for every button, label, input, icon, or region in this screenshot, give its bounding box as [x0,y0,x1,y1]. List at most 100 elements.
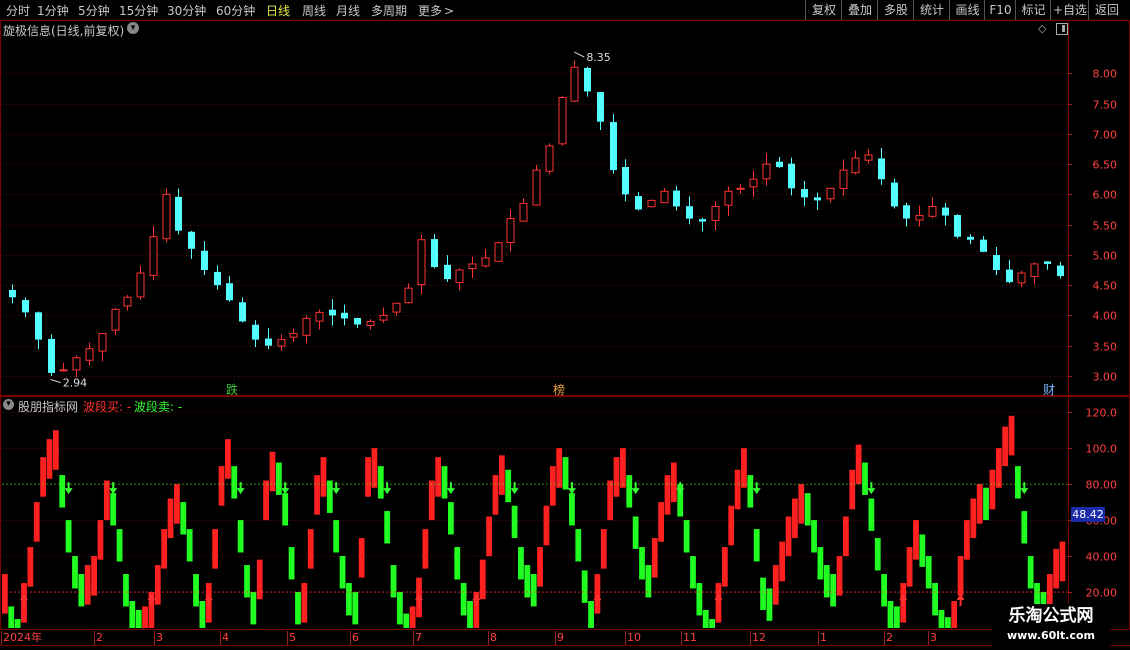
date-label: 10 [627,631,641,644]
indicator-bar [110,493,117,526]
indicator-bar [651,538,658,578]
candle-up [724,190,733,206]
f10-button[interactable]: F10 [984,0,1016,20]
candle-up [455,269,464,284]
indicator-bar [645,565,652,598]
candle-down [610,122,617,171]
period-monthly[interactable]: 月线 [336,2,360,19]
period-1min[interactable]: 1分钟 [37,2,69,19]
indicator-bar [734,469,741,510]
multi-stock-button[interactable]: 多股 [877,0,914,20]
indicator-bar [129,601,136,628]
date-label: 2 [96,631,103,644]
period-60min[interactable]: 60分钟 [216,2,255,19]
indicator-bar [779,541,786,582]
chevron-down-circle-icon[interactable]: ▾ [3,399,14,410]
indicator-bar [874,538,881,571]
candle-down [622,167,629,195]
candle-up [404,287,413,304]
indicator-bar [881,574,888,607]
maximize-icon[interactable] [1056,23,1068,35]
chevron-down-circle-icon[interactable]: ▾ [127,22,139,34]
price-tick-label: 3.00 [1093,371,1118,384]
date-label: 1 [820,631,827,644]
indicator-bar [397,592,403,625]
candle-down [788,163,795,189]
indicator-bar [135,610,142,628]
indicator-bar [365,457,371,497]
indicator-bar [919,534,926,567]
indicator-bar [588,601,594,628]
candle-up [1030,263,1039,277]
indicator-bar [263,480,269,521]
restore-rights-button[interactable]: 复权 [805,0,842,20]
indicator-bar [530,574,537,607]
indicator-bar [581,570,588,603]
indicator-bar [8,606,15,628]
candlesticks[interactable] [9,60,1064,378]
candle-up [111,308,120,331]
indicator-bar [537,547,543,587]
indicator-bar [256,559,263,600]
candle-up [839,169,848,190]
period-daily[interactable]: 日线 [266,2,290,19]
back-button[interactable]: 返回 [1088,0,1125,20]
candle-up [570,66,579,102]
indicator-bars[interactable] [2,415,1068,628]
indicator-bar [212,529,219,569]
indicator-bar [428,480,435,521]
indicator-bar [199,601,206,628]
indicator-bar [492,475,499,515]
date-label: 7 [415,631,422,644]
indicator-bar [862,462,868,495]
candle-up [136,272,145,298]
overlay-button[interactable]: 叠加 [841,0,878,20]
period-fenshi[interactable]: 分时 [6,2,30,19]
indicator-bar [314,475,320,515]
period-15min[interactable]: 15分钟 [119,2,158,19]
indicator-bar [358,538,365,578]
add-watchlist-button[interactable]: +自选 [1050,0,1089,20]
mark-button[interactable]: 标记 [1015,0,1051,20]
marker-bang[interactable]: 榜 [553,381,565,398]
period-weekly[interactable]: 周线 [302,2,326,19]
indicator-tick-label: 80.00 [1086,479,1118,492]
period-5min[interactable]: 5分钟 [78,2,110,19]
candle-down [188,231,195,249]
watermark: 乐淘公式网 www.60lt.com [992,604,1110,650]
period-more[interactable]: 更多 > [418,2,454,19]
candle-down [891,182,898,207]
date-label: 3 [930,631,937,644]
candle-up [417,239,426,286]
indicator-bar [709,619,715,628]
marker-die[interactable]: 跌 [226,381,238,398]
candle-up [647,199,656,208]
indicator-bar [441,466,448,499]
watermark-title: 乐淘公式网 [1008,606,1094,626]
indicator-bar [1002,426,1009,467]
candle-up [711,205,720,221]
indicator-bar [811,520,817,553]
candle-down [686,206,693,219]
indicator-bar [518,547,524,580]
candle-down [265,338,272,346]
candle-down [584,67,591,92]
period-multi[interactable]: 多周期 [371,2,407,19]
candle-up [85,348,94,361]
indicator-bar [887,601,894,628]
candle-up [851,157,860,174]
indicator-bar [938,610,945,628]
indicator-bar [224,439,231,479]
diamond-icon[interactable]: ◇ [1038,22,1046,35]
indicator-bar [275,462,282,495]
statistics-button[interactable]: 统计 [913,0,950,20]
high-label: 8.35 [586,51,611,64]
draw-line-button[interactable]: 画线 [949,0,985,20]
indicator-bar [843,516,849,557]
indicator-bar [116,529,123,562]
indicator-bar [575,529,582,562]
indicator-bar [27,547,34,587]
period-30min[interactable]: 30分钟 [167,2,206,19]
marker-cai[interactable]: 财 [1043,381,1055,398]
date-label: 2 [886,631,893,644]
